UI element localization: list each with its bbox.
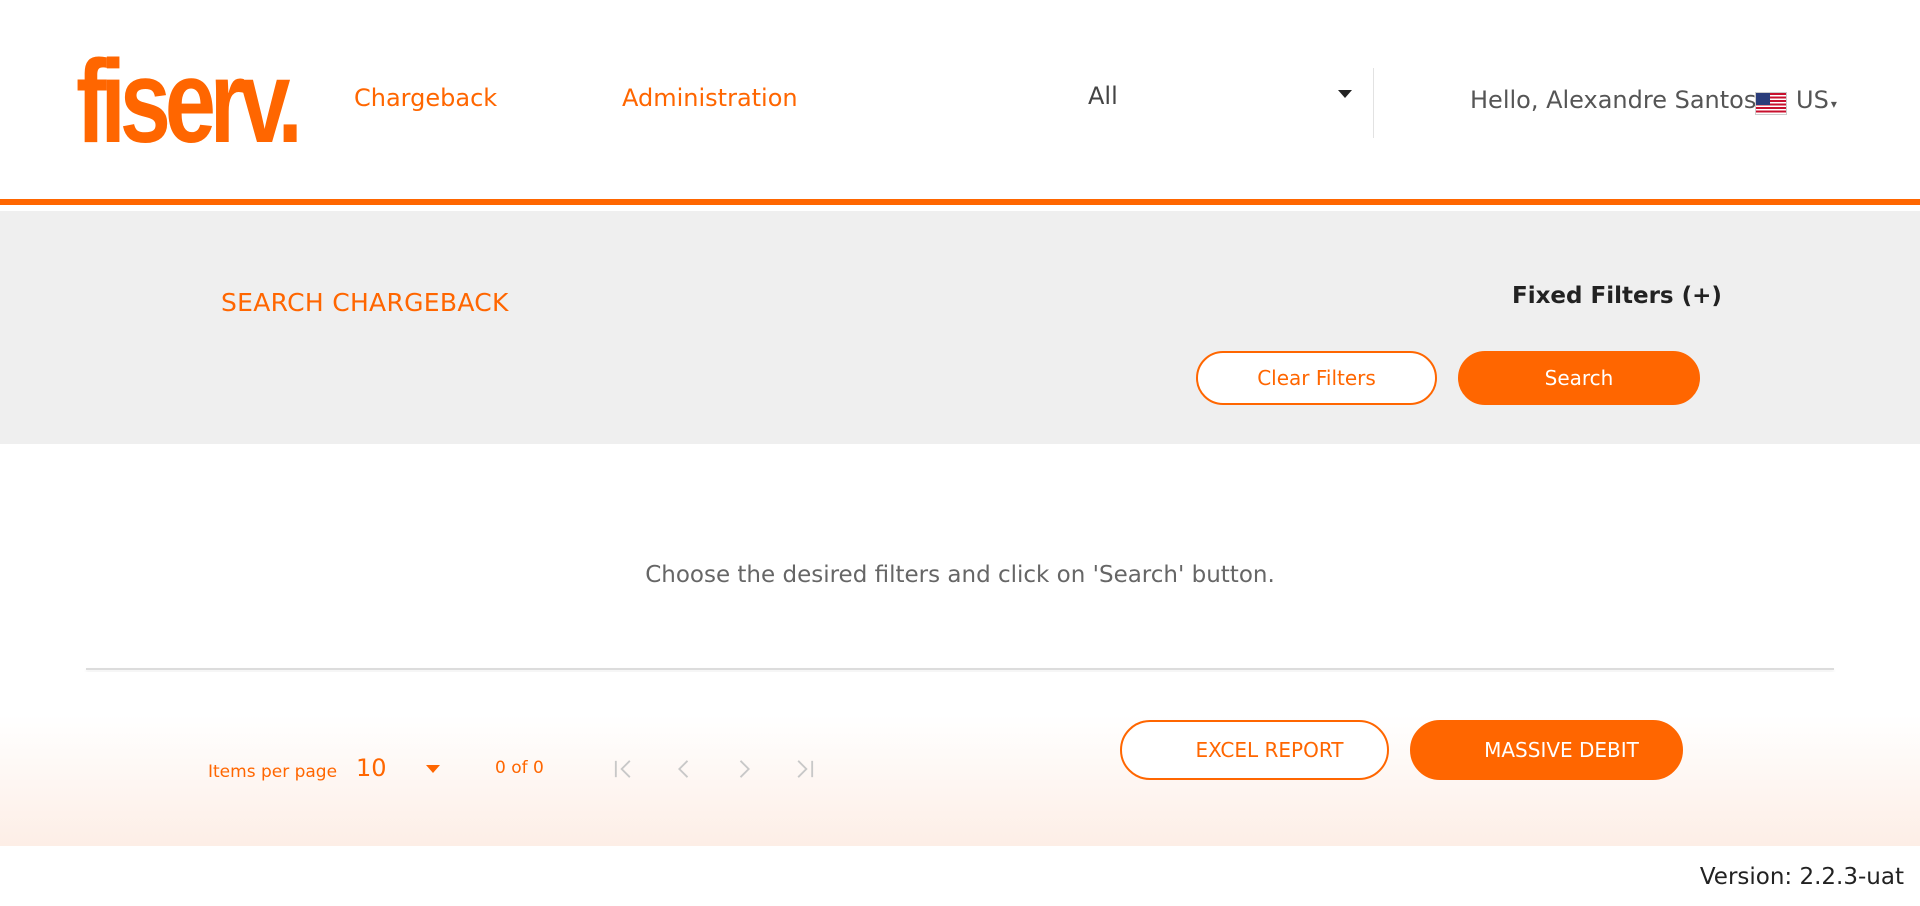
flag-canton [1756, 93, 1770, 105]
app-version: Version: 2.2.3-uat [1699, 864, 1904, 890]
caret-down-icon [1338, 90, 1352, 98]
clear-filters-button[interactable]: Clear Filters [1196, 351, 1437, 405]
caret-down-icon: ▾ [1830, 97, 1837, 111]
first-page-button[interactable] [607, 752, 641, 786]
nav-chargeback[interactable]: Chargeback [354, 84, 497, 112]
items-per-page-value: 10 [356, 754, 387, 782]
language-label: US [1796, 86, 1829, 114]
massive-debit-button[interactable]: MASSIVE DEBIT [1410, 720, 1683, 780]
empty-results-message: Choose the desired filters and click on … [645, 562, 1275, 588]
first-page-icon [614, 760, 631, 778]
caret-down-icon [426, 765, 440, 773]
header-divider [1373, 68, 1374, 138]
pagination-bar: Items per page 10 0 of 0 EXCEL REPORT MA… [0, 672, 1920, 846]
search-button[interactable]: Search [1458, 351, 1700, 405]
fixed-filters-toggle[interactable]: Fixed Filters (+) [1512, 283, 1722, 309]
last-page-icon [797, 760, 814, 778]
fiserv-logo[interactable]: fiserv. [76, 43, 303, 161]
previous-page-icon [678, 760, 689, 778]
page-title: SEARCH CHARGEBACK [221, 288, 509, 317]
previous-page-button[interactable] [667, 752, 701, 786]
merchant-selector-value: All [1088, 82, 1118, 110]
next-page-icon [739, 760, 750, 778]
user-greeting: Hello, Alexandre Santos [1470, 86, 1757, 114]
next-page-button[interactable] [727, 752, 761, 786]
nav-administration[interactable]: Administration [622, 84, 798, 112]
last-page-button[interactable] [787, 752, 821, 786]
items-per-page-select[interactable]: 10 [356, 754, 440, 784]
results-divider [86, 668, 1834, 670]
page-range-label: 0 of 0 [495, 758, 544, 778]
items-per-page-label: Items per page [208, 762, 338, 782]
us-flag-icon[interactable] [1755, 92, 1787, 115]
app-header: fiserv. Chargeback Administration All He… [0, 0, 1920, 205]
search-panel: SEARCH CHARGEBACK Fixed Filters (+) Clea… [0, 211, 1920, 444]
excel-report-button[interactable]: EXCEL REPORT [1120, 720, 1389, 780]
language-selector[interactable]: US ▾ [1796, 86, 1837, 114]
merchant-selector[interactable]: All [1088, 82, 1352, 114]
